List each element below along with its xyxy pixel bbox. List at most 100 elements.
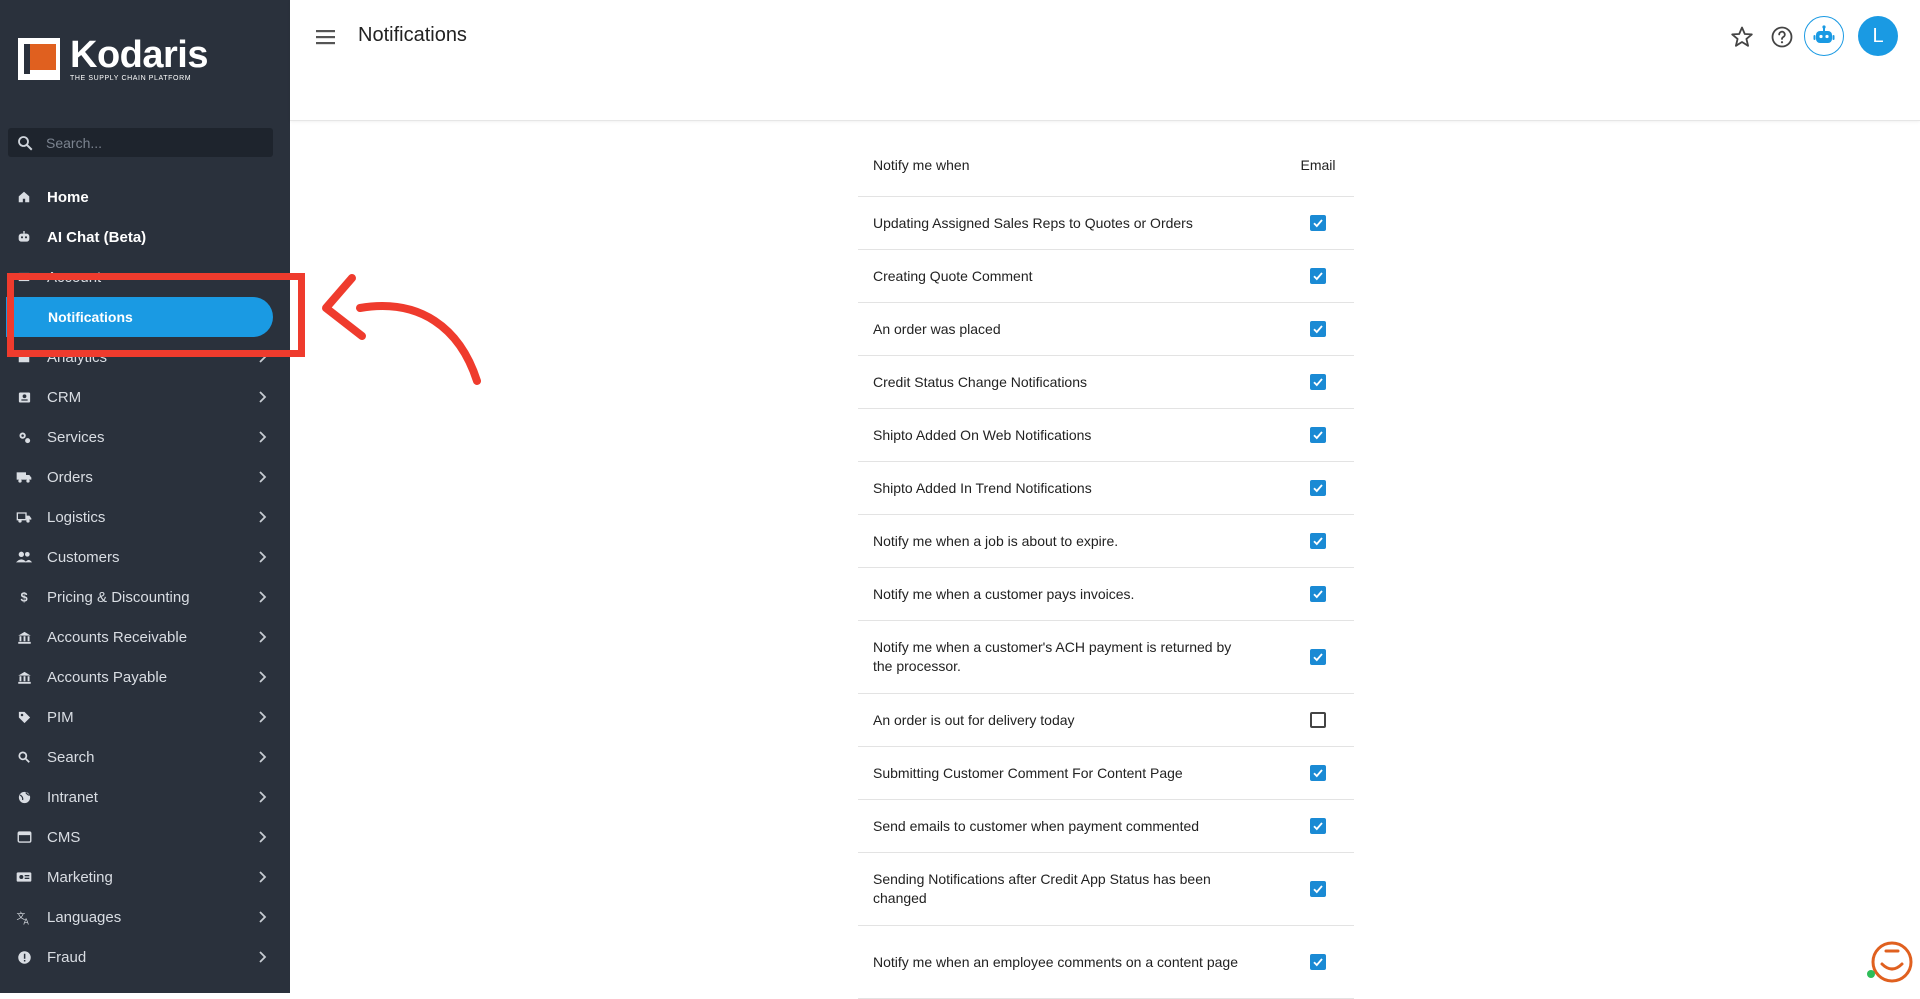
email-checkbox[interactable]	[1310, 765, 1326, 781]
email-cell	[1282, 954, 1354, 970]
checkmark-icon	[1313, 822, 1323, 831]
chevron-right-icon	[259, 711, 267, 723]
people-icon	[16, 549, 32, 565]
email-cell	[1282, 533, 1354, 549]
sidebar-item-orders[interactable]: Orders	[0, 457, 290, 497]
megaphone-icon	[16, 869, 32, 885]
notification-event-label: Notify me when a customer pays invoices.	[873, 585, 1135, 602]
notification-event-label: Send emails to customer when payment com…	[873, 817, 1200, 834]
email-checkbox[interactable]	[1310, 712, 1326, 728]
sidebar-item-pricing-discounting[interactable]: $ Pricing & Discounting	[0, 577, 290, 617]
notification-event-label: Submitting Customer Comment For Content …	[873, 764, 1183, 781]
user-avatar[interactable]: L	[1858, 16, 1898, 56]
table-row: Notify me when an employee comments on a…	[858, 926, 1354, 999]
column-header-event: Notify me when	[873, 157, 970, 173]
notification-event-label: Creating Quote Comment	[873, 267, 1033, 284]
notification-event-label: An order was placed	[873, 320, 1001, 337]
sidebar: Kodaris THE SUPPLY CHAIN PLATFORM HomeAI…	[0, 0, 290, 993]
annotation-arrow-icon	[322, 274, 481, 385]
sidebar-item-accounts-payable[interactable]: Accounts Payable	[0, 657, 290, 697]
page-title: Notifications	[358, 24, 467, 46]
table-row: Shipto Added In Trend Notifications	[858, 462, 1354, 515]
truck-icon	[16, 469, 32, 485]
checkmark-icon	[1313, 484, 1323, 493]
email-cell	[1282, 215, 1354, 231]
email-checkbox[interactable]	[1310, 321, 1326, 337]
chevron-right-icon	[259, 471, 267, 483]
sidebar-search[interactable]	[8, 128, 273, 157]
sidebar-item-ai-chat-beta[interactable]: AI Chat (Beta)	[0, 217, 290, 257]
sidebar-item-label: Pricing & Discounting	[47, 588, 190, 606]
sidebar-item-crm[interactable]: CRM	[0, 377, 290, 417]
email-checkbox[interactable]	[1310, 533, 1326, 549]
sidebar-item-home[interactable]: Home	[0, 177, 290, 217]
sidebar-item-search[interactable]: Search	[0, 737, 290, 777]
bank-icon	[16, 669, 32, 685]
sidebar-item-logistics[interactable]: Logistics	[0, 497, 290, 537]
support-chat-icon[interactable]	[1864, 938, 1914, 988]
star-icon[interactable]	[1730, 25, 1754, 49]
sidebar-item-label: CRM	[47, 388, 82, 406]
sidebar-item-pim[interactable]: PIM	[0, 697, 290, 737]
chevron-right-icon	[259, 391, 267, 403]
notification-event-label: An order is out for delivery today	[873, 711, 1075, 728]
email-checkbox[interactable]	[1310, 480, 1326, 496]
alert-icon	[16, 949, 32, 965]
email-checkbox[interactable]	[1310, 374, 1326, 390]
checkmark-icon	[1313, 431, 1323, 440]
help-icon[interactable]	[1770, 25, 1794, 49]
email-checkbox[interactable]	[1310, 881, 1326, 897]
checkmark-icon	[1313, 590, 1323, 599]
notification-event-label: Shipto Added In Trend Notifications	[873, 479, 1092, 496]
hamburger-menu-icon[interactable]	[316, 27, 338, 47]
chevron-right-icon	[259, 951, 267, 963]
email-checkbox[interactable]	[1310, 649, 1326, 665]
table-row: Submitting Customer Comment For Content …	[858, 747, 1354, 800]
gears-icon	[16, 429, 32, 445]
sidebar-item-fraud[interactable]: Fraud	[0, 937, 290, 977]
chevron-right-icon	[259, 911, 267, 923]
logo-tagline: THE SUPPLY CHAIN PLATFORM	[70, 75, 192, 82]
sidebar-search-input[interactable]	[44, 133, 258, 152]
email-checkbox[interactable]	[1310, 586, 1326, 602]
chevron-right-icon	[259, 751, 267, 763]
email-checkbox[interactable]	[1310, 427, 1326, 443]
table-row: Sending Notifications after Credit App S…	[858, 853, 1354, 926]
ai-bot-button[interactable]	[1804, 16, 1844, 56]
dollar-icon: $	[16, 589, 32, 605]
sidebar-item-cms[interactable]: CMS	[0, 817, 290, 857]
sidebar-item-intranet[interactable]: Intranet	[0, 777, 290, 817]
email-cell	[1282, 480, 1354, 496]
email-checkbox[interactable]	[1310, 268, 1326, 284]
notification-event-label: Notify me when an employee comments on a…	[873, 953, 1238, 970]
email-cell	[1282, 881, 1354, 897]
table-row: Notify me when a job is about to expire.	[858, 515, 1354, 568]
home-icon	[16, 189, 32, 205]
email-cell	[1282, 427, 1354, 443]
kodaris-logo[interactable]: Kodaris THE SUPPLY CHAIN PLATFORM	[18, 36, 208, 82]
delivery-truck-icon	[16, 509, 32, 525]
email-checkbox[interactable]	[1310, 215, 1326, 231]
sidebar-item-label: Customers	[47, 548, 120, 566]
sidebar-item-services[interactable]: Services	[0, 417, 290, 457]
checkmark-icon	[1313, 272, 1323, 281]
sidebar-item-accounts-receivable[interactable]: Accounts Receivable	[0, 617, 290, 657]
email-cell	[1282, 712, 1354, 728]
sidebar-item-label: Fraud	[47, 948, 87, 966]
table-row: An order was placed	[858, 303, 1354, 356]
search-icon	[18, 135, 33, 150]
sidebar-item-label: CMS	[47, 828, 81, 846]
sidebar-item-customers[interactable]: Customers	[0, 537, 290, 577]
sidebar-item-marketing[interactable]: Marketing	[0, 857, 290, 897]
robot-icon	[1813, 25, 1835, 43]
chevron-right-icon	[259, 511, 267, 523]
sidebar-item-languages[interactable]: 文 A Languages	[0, 897, 290, 937]
notification-event-label: Credit Status Change Notifications	[873, 373, 1087, 390]
email-checkbox[interactable]	[1310, 818, 1326, 834]
email-cell	[1282, 586, 1354, 602]
email-checkbox[interactable]	[1310, 954, 1326, 970]
sidebar-item-label: Accounts Payable	[47, 668, 168, 686]
table-row: Send emails to customer when payment com…	[858, 800, 1354, 853]
checkmark-icon	[1313, 769, 1323, 778]
chevron-right-icon	[259, 431, 267, 443]
